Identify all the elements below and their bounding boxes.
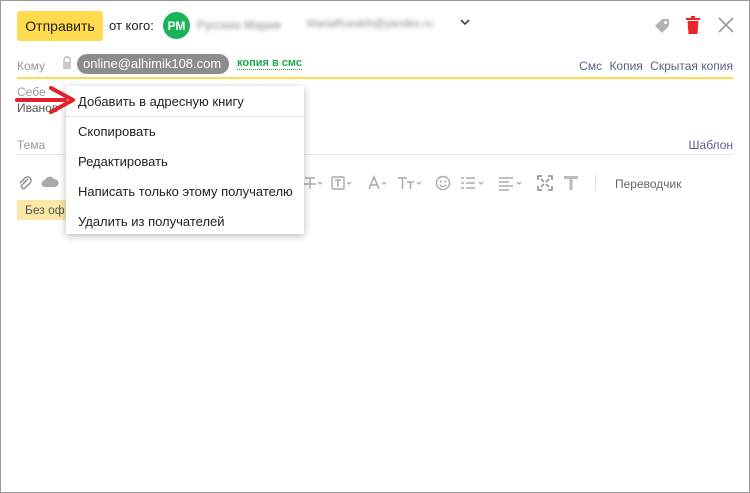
menu-divider [66,116,304,117]
sender-avatar[interactable]: РМ [163,12,190,39]
tag-icon[interactable] [653,17,671,40]
recipient-links: Смс Копия Скрытая копия [575,59,733,73]
clear-format-icon[interactable] [563,175,579,194]
cloud-attach-icon[interactable] [41,175,59,192]
attach-icon[interactable] [17,175,33,194]
recipient-context-menu: Добавить в адресную книгу Скопировать Ре… [66,86,304,234]
sms-copy-link[interactable]: копия в смс [237,57,303,70]
to-label: Кому [17,59,46,73]
template-link[interactable]: Шаблон [689,138,733,152]
text-color-icon[interactable] [331,175,353,194]
menu-item-copy[interactable]: Скопировать [78,124,156,139]
sms-link[interactable]: Смс [579,59,602,73]
sender-email[interactable]: MariaRusskih@yandex.ru [307,18,433,30]
to-row: Кому online@alhimik108.com копия в смс С… [17,53,733,79]
subject-label: Тема [17,138,46,152]
menu-item-write-only-this[interactable]: Написать только этому получателю [78,184,293,199]
compose-window: Отправить от кого: РМ Русских Мария Mari… [0,0,750,493]
chevron-down-icon[interactable] [459,15,471,31]
font-size-icon[interactable] [367,175,389,194]
compose-header: Отправить от кого: РМ Русских Мария Mari… [17,11,735,43]
from-label: от кого: [109,18,154,33]
strikethrough-icon[interactable] [303,175,323,194]
toolbar-divider [595,175,596,191]
align-icon[interactable] [497,175,525,194]
menu-item-edit[interactable]: Редактировать [78,154,168,169]
sender-name[interactable]: Русских Мария [197,18,281,32]
close-icon[interactable] [717,16,735,39]
cc-link[interactable]: Копия [609,59,642,73]
list-icon[interactable] [459,175,487,194]
fullscreen-icon[interactable] [537,175,553,194]
menu-item-remove-recipient[interactable]: Удалить из получателей [78,214,225,229]
font-family-icon[interactable] [397,175,423,194]
recipient-chip[interactable]: online@alhimik108.com [77,54,230,74]
trash-icon[interactable] [685,16,701,40]
emoji-icon[interactable] [435,175,451,194]
translator-button[interactable]: Переводчик [615,177,682,191]
send-button[interactable]: Отправить [17,11,103,41]
bcc-link[interactable]: Скрытая копия [650,59,733,73]
arrow-pointer-icon [15,86,75,114]
lock-icon [62,56,72,73]
menu-item-add-to-contacts[interactable]: Добавить в адресную книгу [78,94,244,109]
